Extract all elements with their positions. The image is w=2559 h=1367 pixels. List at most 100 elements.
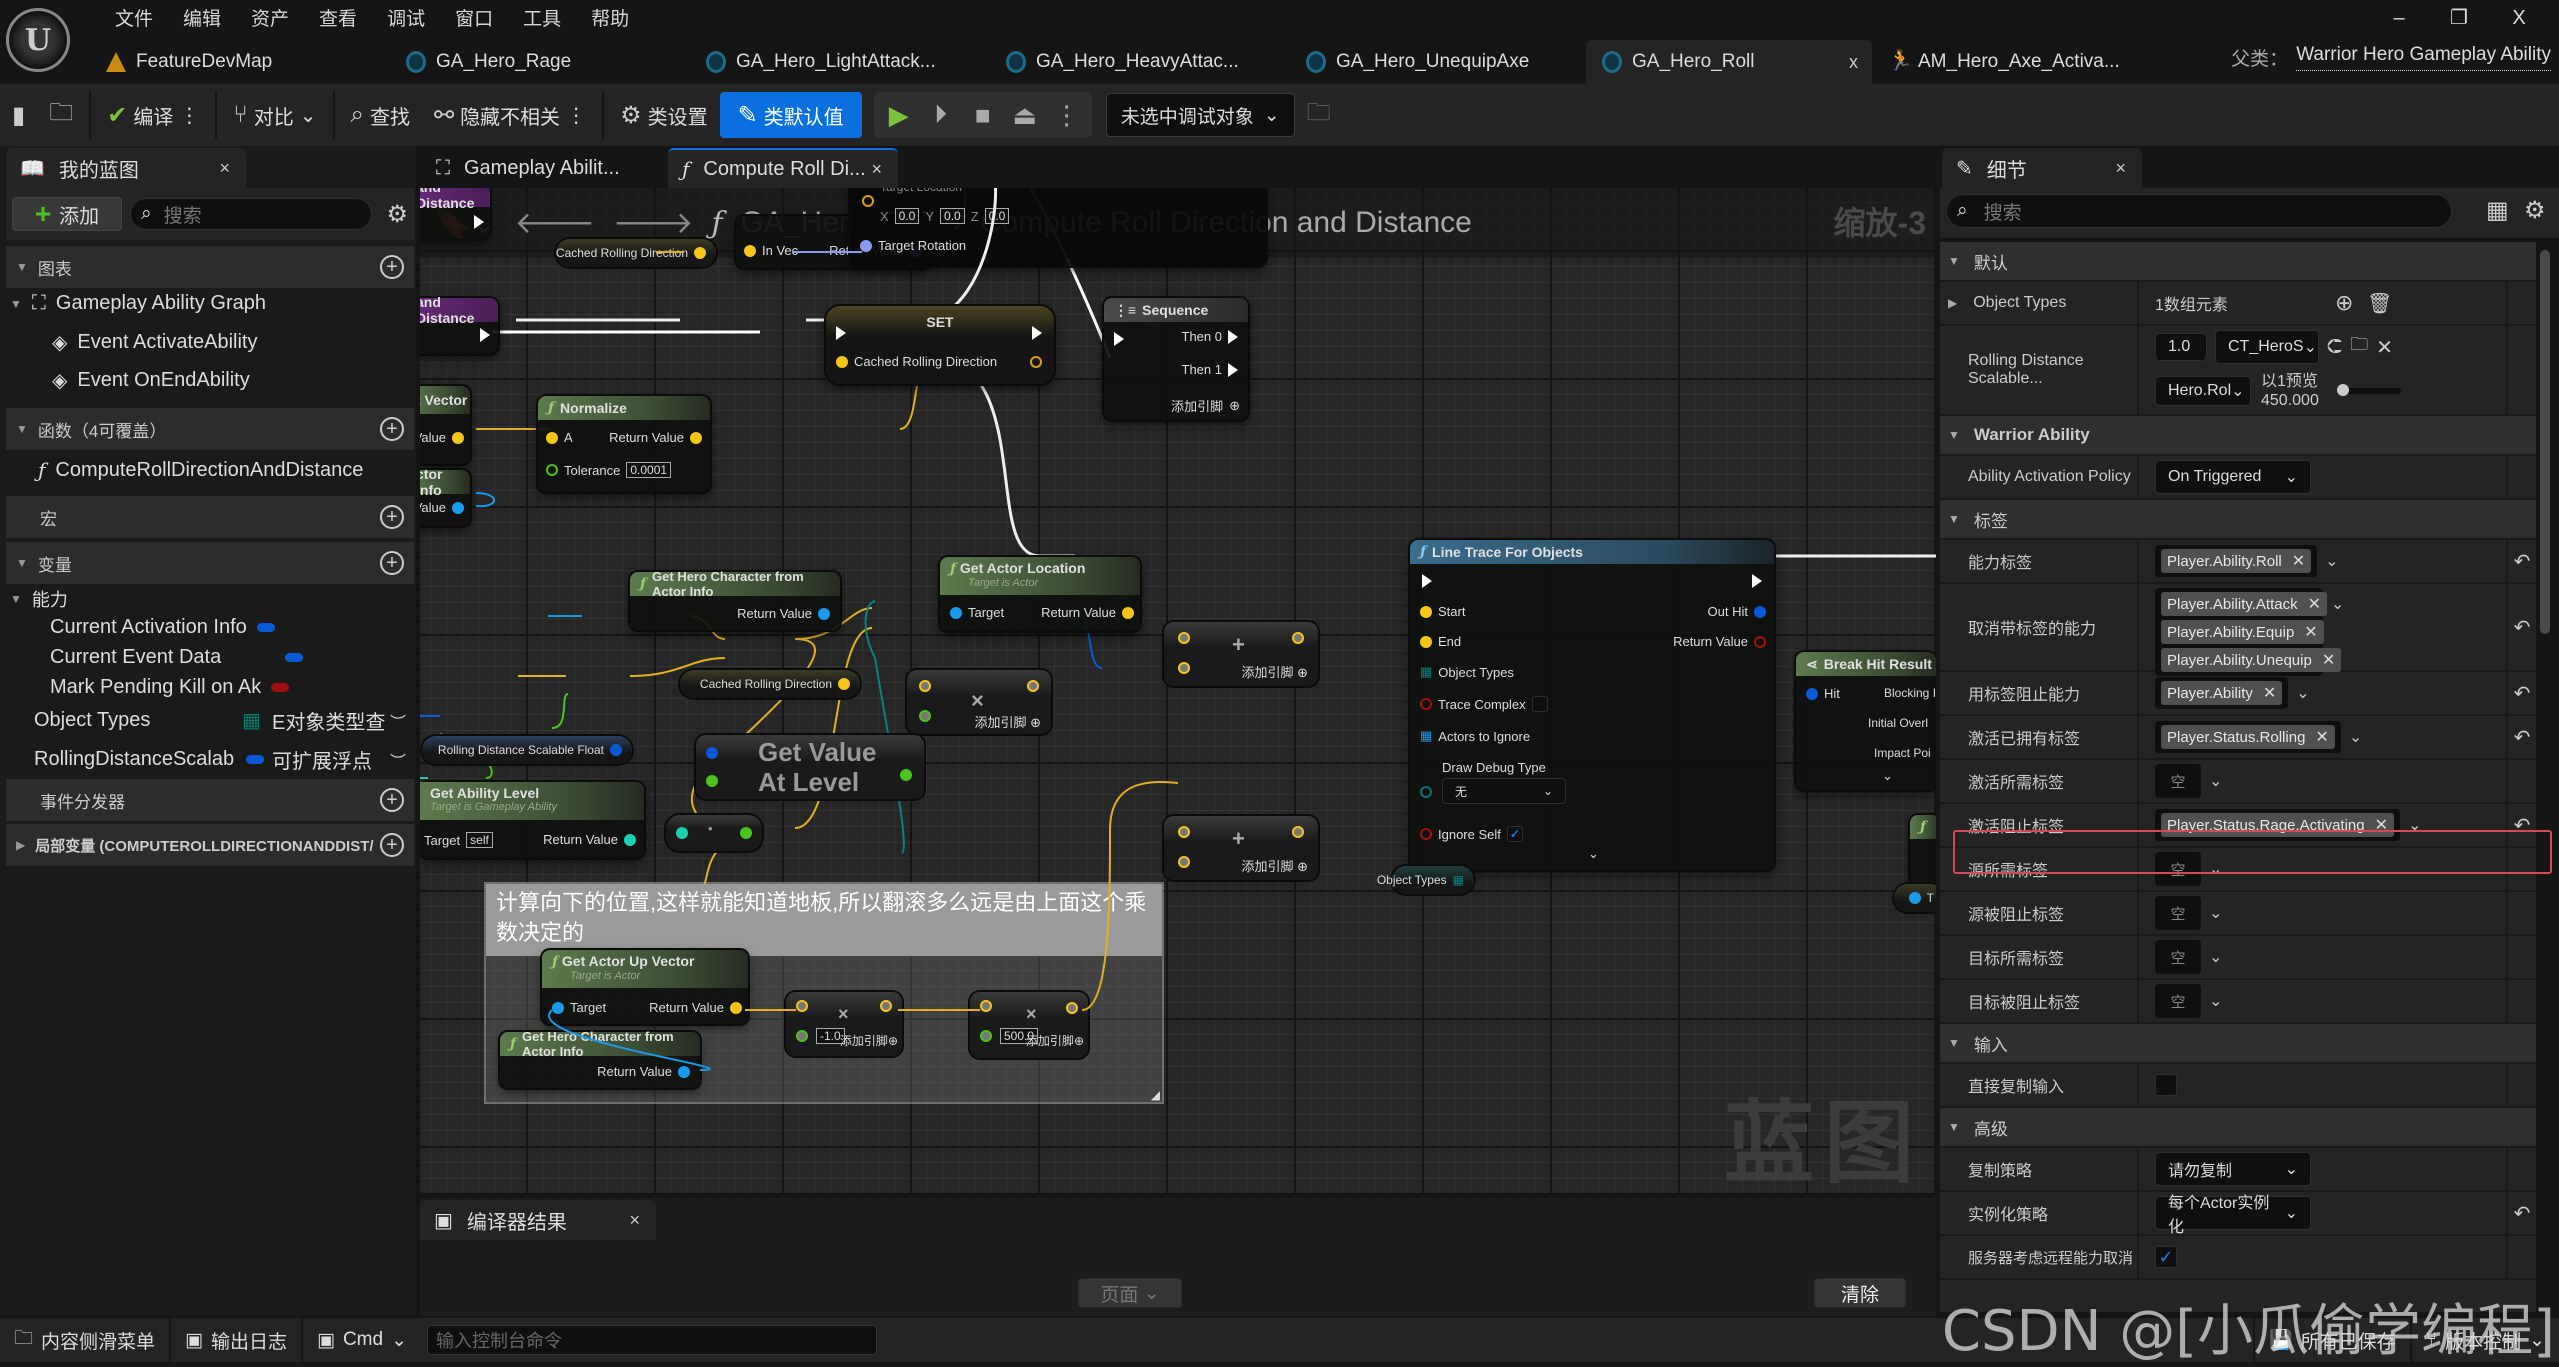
section-graphs[interactable]: ▼图表+ <box>6 246 414 288</box>
pin-out[interactable] <box>880 1000 892 1012</box>
add-local-variable-icon[interactable]: + <box>380 833 404 857</box>
empty-tag-container[interactable]: 空 <box>2155 940 2201 974</box>
node-add-1[interactable]: + 添加引脚 ⊕ <box>1164 622 1318 686</box>
resize-handle-icon[interactable]: ◢ <box>1151 1088 1160 1102</box>
eject-icon[interactable]: ⏏ <box>1006 100 1044 131</box>
add-variable-icon[interactable]: + <box>380 551 404 575</box>
section-advanced[interactable]: ▼高级 <box>1940 1108 2536 1148</box>
doc-tab-am-hero-axe[interactable]: 🏃AM_Hero_Axe_Activa... <box>1872 40 2152 84</box>
pin-blocking-hit[interactable]: Blocking I <box>1884 686 1936 700</box>
pin-tolerance[interactable]: Tolerance0.0001 <box>546 462 671 478</box>
node-break-hit-result[interactable]: ⋖Break Hit Result Hit Blocking I Initial… <box>1796 652 1936 790</box>
find-button[interactable]: ⌕查找 <box>339 92 422 138</box>
node-function-entry-and-distance[interactable]: and Distance <box>420 298 498 354</box>
tag-chip[interactable]: Player.Status.Rolling✕ <box>2161 725 2335 749</box>
section-functions[interactable]: ▼函数（4可覆盖）+ <box>6 408 414 450</box>
add-pin-button[interactable]: 添加引脚⊕ <box>840 1032 898 1049</box>
node-set[interactable]: SET Cached Rolling Direction <box>826 306 1054 384</box>
node-object-types-get[interactable]: Object Types▦ <box>1392 866 1474 894</box>
reset-to-default-icon[interactable]: ↶ <box>2506 540 2536 582</box>
compile-options-icon[interactable]: ⋮ <box>179 103 199 128</box>
section-warrior-ability[interactable]: ▼Warrior Ability <box>1940 416 2536 456</box>
chevron-down-icon[interactable]: ⌄ <box>2349 727 2362 747</box>
exec-in-pin[interactable] <box>1114 332 1124 346</box>
doc-tab-ga-hero-unequipaxe[interactable]: GA_Hero_UnequipAxe <box>1290 40 1586 84</box>
pin-target[interactable]: Target <box>950 605 1004 620</box>
preview-level-slider[interactable] <box>2339 388 2401 394</box>
add-pin-button[interactable]: 添加引脚 ⊕ <box>1241 662 1308 681</box>
pin-return-value[interactable]: Return Value <box>1041 605 1134 620</box>
pin-initial-overlap[interactable]: Initial Overl <box>1868 716 1928 730</box>
console-command-input[interactable]: 输入控制台命令 <box>427 1325 877 1355</box>
add-pin-button[interactable]: 添加引脚⊕ <box>1026 1032 1084 1049</box>
add-dispatcher-icon[interactable]: + <box>380 788 404 812</box>
pin-return-value[interactable]: Return Value <box>737 606 830 621</box>
server-respects-cancel-checkbox[interactable]: ✓ <box>2155 1246 2177 1268</box>
reset-to-default-icon[interactable]: ↶ <box>2506 584 2536 670</box>
graph-tab-gameplay-ability[interactable]: ⛶Gameplay Abilit... <box>422 148 662 188</box>
reset-to-default-icon[interactable]: ↶ <box>2506 672 2536 714</box>
tag-chip[interactable]: Player.Ability.Unequip✕ <box>2161 648 2341 672</box>
stop-icon[interactable]: ■ <box>964 100 1002 131</box>
pin-return-value[interactable]: urn Value <box>420 430 464 445</box>
pin-scalable-in[interactable] <box>706 747 718 759</box>
node-get-actor-location[interactable]: ƒ Get Actor LocationTarget is Actor Targ… <box>940 557 1140 631</box>
chevron-down-icon[interactable]: ⌄ <box>2209 771 2222 791</box>
scalable-value-input[interactable]: 1.0 <box>2155 333 2207 361</box>
instancing-policy-dropdown[interactable]: 每个Actor实例化⌄ <box>2155 1196 2311 1230</box>
tree-item-compute-roll[interactable]: ƒComputeRollDirectionAndDistance <box>38 458 363 482</box>
chevron-down-icon[interactable]: ⌄ <box>2209 903 2222 923</box>
node-get-hero-character-2[interactable]: ƒGet Hero Character from Actor Info Retu… <box>500 1032 700 1088</box>
pin-return-value[interactable]: Return Value <box>543 832 636 847</box>
remove-tag-icon[interactable]: ✕ <box>2315 727 2328 747</box>
pin-int-in[interactable] <box>676 827 688 839</box>
my-blueprint-search-input[interactable]: ⌕搜索 <box>130 198 372 230</box>
variable-rolling-distance[interactable]: RollingDistanceScalab可扩展浮点︶ <box>34 748 414 771</box>
gear-icon[interactable]: ⚙ <box>2524 196 2546 225</box>
my-blueprint-tab[interactable]: 📖 我的蓝图 × <box>6 148 246 188</box>
cmd-dropdown[interactable]: ▣Cmd⌄ <box>303 1318 421 1362</box>
pin-a[interactable] <box>980 1000 992 1012</box>
table-view-icon[interactable]: ▦ <box>2486 196 2509 225</box>
ignore-self-checkbox[interactable]: ✓ <box>1507 826 1523 842</box>
pin-float-out[interactable] <box>900 769 912 781</box>
pin-out-hit[interactable]: Out Hit <box>1708 604 1766 619</box>
pin-start[interactable]: Start <box>1420 604 1465 619</box>
trace-complex-checkbox[interactable] <box>1532 696 1548 712</box>
slider-thumb[interactable] <box>2337 384 2349 396</box>
close-panel-icon[interactable]: × <box>2115 158 2126 179</box>
pin-b[interactable] <box>1178 662 1190 674</box>
pin-vector-out[interactable] <box>838 678 850 690</box>
chevron-down-icon[interactable]: ⌄ <box>2331 594 2344 614</box>
use-selected-icon[interactable]: ⮈ <box>2327 336 2342 359</box>
remove-tag-icon[interactable]: ✕ <box>2375 815 2388 835</box>
save-button[interactable]: ▮ <box>0 92 37 138</box>
pin-b[interactable] <box>919 710 931 722</box>
variable-mark-pending-kill[interactable]: Mark Pending Kill on Ak <box>50 676 289 699</box>
section-variables[interactable]: ▼变量+ <box>6 542 414 584</box>
pin-a[interactable] <box>1178 632 1190 644</box>
node-partial-var[interactable]: T <box>1894 884 1944 912</box>
curve-row-dropdown[interactable]: Hero.Rol⌄ <box>2155 376 2251 406</box>
browse-debug-icon[interactable]: 🗀 <box>1307 95 1331 136</box>
exec-out-pin[interactable] <box>480 328 490 342</box>
tag-chip[interactable]: Player.Ability.Roll✕ <box>2161 549 2311 573</box>
pin-target[interactable]: Target <box>552 1000 606 1015</box>
pin-float-out[interactable] <box>740 827 752 839</box>
empty-tag-container[interactable]: 空 <box>2155 984 2201 1018</box>
menu-file[interactable]: 文件 <box>100 2 168 34</box>
menu-view[interactable]: 查看 <box>304 2 372 34</box>
reset-to-default-icon[interactable]: ↶ <box>2506 1192 2536 1234</box>
pin-return-value[interactable]: urn Value <box>420 500 464 515</box>
variable-object-types[interactable]: Object Types▦E对象类型查︶ <box>34 709 414 732</box>
doc-tab-ga-hero-heavyattack[interactable]: GA_Hero_HeavyAttac... <box>990 40 1290 84</box>
activation-policy-dropdown[interactable]: On Triggered⌄ <box>2155 460 2311 494</box>
doc-tab-ga-hero-roll[interactable]: GA_Hero_Rollx <box>1586 40 1872 84</box>
empty-tag-container[interactable]: 空 <box>2155 764 2201 798</box>
node-cached-rolling-direction-get-2[interactable]: Cached Rolling Direction <box>680 670 860 698</box>
parent-class-link[interactable]: Warrior Hero Gameplay Ability <box>2296 44 2551 71</box>
tree-item-gameplay-ability-graph[interactable]: ▼⛶Gameplay Ability Graph <box>10 292 266 315</box>
chevron-down-icon[interactable]: ⌄ <box>2209 947 2222 967</box>
compiler-results-tab[interactable]: ▣ 编译器结果 × <box>420 1200 656 1240</box>
chevron-down-icon[interactable]: ⌄ <box>2209 859 2222 879</box>
